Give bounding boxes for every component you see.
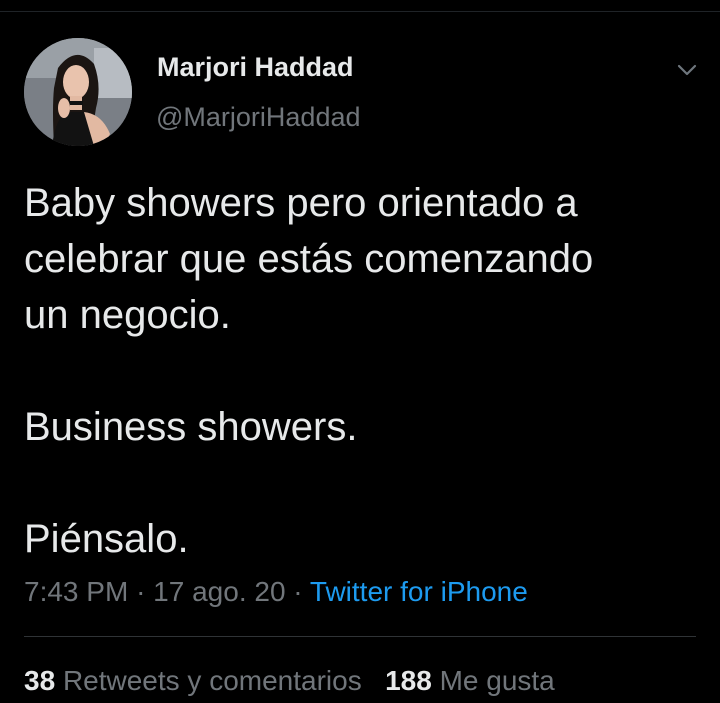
- top-divider: [0, 11, 720, 12]
- avatar[interactable]: [24, 38, 132, 146]
- tweet-line: celebrar que estás comenzando: [24, 237, 594, 281]
- user-handle[interactable]: @MarjoriHaddad: [156, 102, 361, 133]
- tweet-source-link[interactable]: Twitter for iPhone: [310, 576, 528, 607]
- avatar-photo: [24, 38, 132, 146]
- tweet-date[interactable]: 17 ago. 20: [153, 576, 285, 607]
- tweet-time[interactable]: 7:43 PM: [24, 576, 128, 607]
- retweets-count: 38: [24, 665, 56, 696]
- tweet-text: Baby showers pero orientado a celebrar q…: [24, 175, 694, 567]
- retweets-stat[interactable]: 38 Retweets y comentarios: [24, 665, 362, 696]
- display-name[interactable]: Marjori Haddad: [157, 52, 354, 83]
- likes-label: Me gusta: [439, 665, 555, 696]
- tweet-line: un negocio.: [24, 293, 231, 337]
- tweet-meta: 7:43 PM · 17 ago. 20 · Twitter for iPhon…: [24, 576, 528, 608]
- meta-separator: ·: [293, 576, 303, 607]
- stats-divider: [24, 636, 696, 637]
- tweet-line: Piénsalo.: [24, 517, 189, 561]
- tweet-stats: 38 Retweets y comentarios 188 Me gusta: [24, 665, 555, 697]
- likes-stat[interactable]: 188 Me gusta: [385, 665, 555, 696]
- tweet-header: Marjori Haddad @MarjoriHaddad: [24, 38, 720, 148]
- meta-separator: ·: [136, 576, 146, 607]
- chevron-down-icon[interactable]: [675, 58, 699, 82]
- tweet-line: Baby showers pero orientado a: [24, 181, 578, 225]
- retweets-label: Retweets y comentarios: [62, 665, 362, 696]
- likes-count: 188: [385, 665, 432, 696]
- tweet-line: Business showers.: [24, 405, 358, 449]
